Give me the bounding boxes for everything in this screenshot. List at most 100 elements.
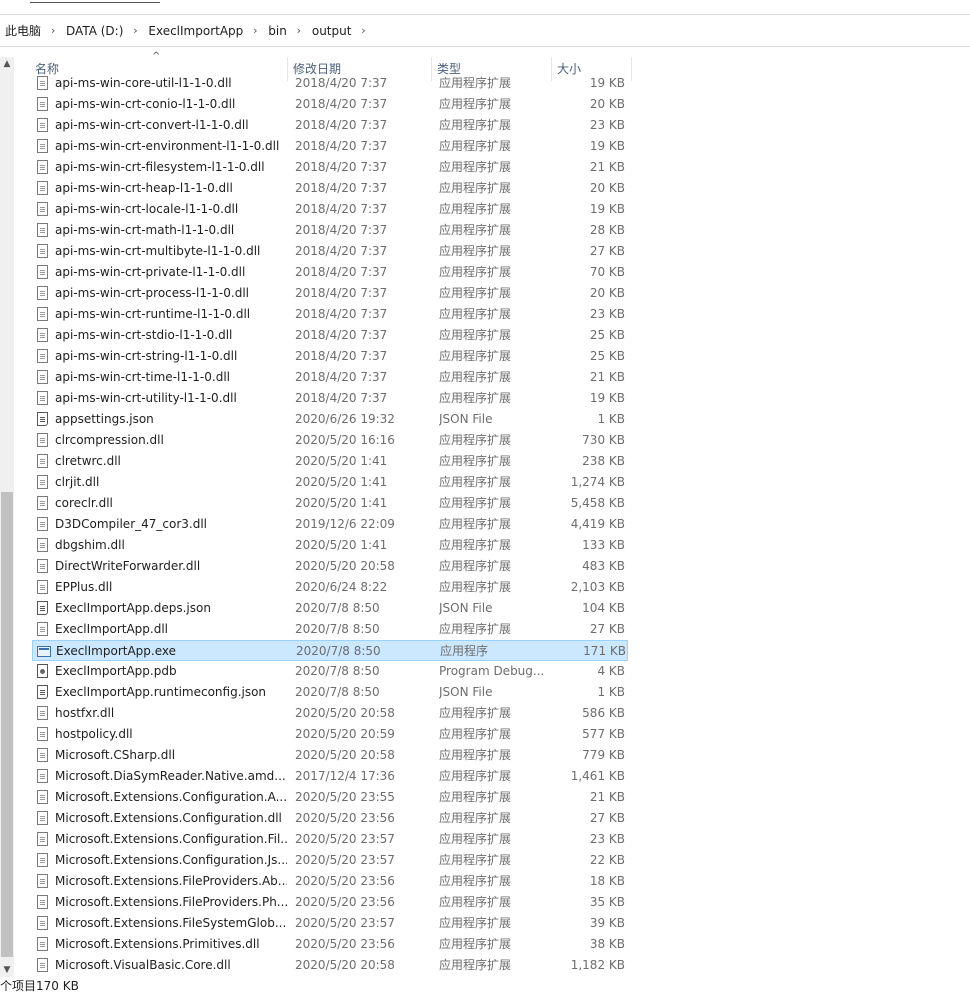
breadcrumb-item[interactable]: DATA (D:) › <box>61 15 143 46</box>
file-size: 483 KB <box>582 559 625 573</box>
file-name: Microsoft.Extensions.Configuration.A... <box>55 790 287 804</box>
scroll-down-icon[interactable]: ▼ <box>0 963 14 977</box>
file-row[interactable]: ExeclImportApp.exe 2020/7/8 8:50 应用程序 171 K… <box>32 640 628 661</box>
file-row[interactable]: Microsoft.DiaSymReader.Native.amd... 2017… <box>32 766 628 787</box>
dll-file-icon <box>37 853 48 867</box>
file-name: api-ms-win-crt-utility-l1-1-0.dll <box>55 391 237 405</box>
file-row[interactable]: api-ms-win-crt-stdio-l1-1-0.dll 2018/4/20… <box>32 325 628 346</box>
file-row[interactable]: api-ms-win-crt-multibyte-l1-1-0.dll 2018/… <box>32 241 628 262</box>
file-row[interactable]: hostfxr.dll 2020/5/20 20:58 应用程序扩展 586 KB <box>32 703 628 724</box>
file-size: 18 KB <box>589 874 625 888</box>
scroll-up-icon[interactable]: ▲ <box>0 57 14 71</box>
file-row[interactable]: clretwrc.dll 2020/5/20 1:41 应用程序扩展 238 KB <box>32 451 628 472</box>
file-row[interactable]: EPPlus.dll 2020/6/24 8:22 应用程序扩展 2,103 KB <box>32 577 628 598</box>
file-row[interactable]: api-ms-win-crt-environment-l1-1-0.dll 201… <box>32 136 628 157</box>
file-size: 19 KB <box>589 139 625 153</box>
dll-file-icon <box>37 265 48 279</box>
breadcrumb-item[interactable]: 此电脑 › <box>0 15 61 46</box>
file-row[interactable]: appsettings.json 2020/6/26 19:32 JSON File… <box>32 409 628 430</box>
dll-file-icon <box>37 160 48 174</box>
file-row[interactable]: ExeclImportApp.deps.json 2020/7/8 8:50 JSO… <box>32 598 628 619</box>
exe-file-icon <box>37 646 51 657</box>
dll-file-icon <box>37 706 48 720</box>
file-size: 35 KB <box>589 895 625 909</box>
file-size: 23 KB <box>589 832 625 846</box>
scrollbar-thumb[interactable] <box>1 492 13 957</box>
file-name: Microsoft.CSharp.dll <box>55 748 176 762</box>
chevron-right-icon[interactable]: › <box>355 24 371 37</box>
file-name: Microsoft.Extensions.Configuration.Fil..… <box>55 832 287 846</box>
file-row[interactable]: Microsoft.Extensions.FileProviders.Ab...… <box>32 871 628 892</box>
file-date: 2020/5/20 20:58 <box>295 559 395 573</box>
dll-file-icon <box>37 349 48 363</box>
file-row[interactable]: api-ms-win-crt-math-l1-1-0.dll 2018/4/20 … <box>32 220 628 241</box>
file-row[interactable]: api-ms-win-crt-runtime-l1-1-0.dll 2018/4/… <box>32 304 628 325</box>
file-name: Microsoft.Extensions.FileSystemGlob... <box>55 916 287 930</box>
breadcrumb-output[interactable]: output <box>307 24 356 38</box>
file-row[interactable]: api-ms-win-crt-string-l1-1-0.dll 2018/4/2… <box>32 346 628 367</box>
file-row[interactable]: Microsoft.Extensions.Configuration.Js...… <box>32 850 628 871</box>
file-date: 2020/5/20 1:41 <box>295 475 388 489</box>
file-row[interactable]: api-ms-win-crt-private-l1-1-0.dll 2018/4/… <box>32 262 628 283</box>
file-row[interactable]: api-ms-win-core-util-l1-1-0.dll 2018/4/20… <box>32 73 628 94</box>
file-row[interactable]: coreclr.dll 2020/5/20 1:41 应用程序扩展 5,458 KB <box>32 493 628 514</box>
file-size: 19 KB <box>589 391 625 405</box>
breadcrumb-this-pc[interactable]: 此电脑 <box>0 22 45 39</box>
file-row[interactable]: ExeclImportApp.pdb 2020/7/8 8:50 Program D… <box>32 661 628 682</box>
file-row[interactable]: api-ms-win-crt-conio-l1-1-0.dll 2018/4/20… <box>32 94 628 115</box>
dll-file-icon <box>37 559 48 573</box>
file-row[interactable]: Microsoft.Extensions.Configuration.A... 2… <box>32 787 628 808</box>
breadcrumb-item[interactable]: ExeclImportApp › <box>143 15 263 46</box>
file-name: ExeclImportApp.deps.json <box>55 601 211 615</box>
file-row[interactable]: Microsoft.Extensions.Configuration.dll 20… <box>32 808 628 829</box>
file-date: 2018/4/20 7:37 <box>295 181 388 195</box>
breadcrumb-drive[interactable]: DATA (D:) <box>61 24 127 38</box>
file-size: 2,103 KB <box>570 580 625 594</box>
file-row[interactable]: Microsoft.Extensions.FileProviders.Ph...… <box>32 892 628 913</box>
file-row[interactable]: ExeclImportApp.runtimeconfig.json 2020/7/… <box>32 682 628 703</box>
dll-file-icon <box>37 769 48 783</box>
file-row[interactable]: api-ms-win-crt-filesystem-l1-1-0.dll 2018… <box>32 157 628 178</box>
dll-file-icon <box>37 937 48 951</box>
file-row[interactable]: hostpolicy.dll 2020/5/20 20:59 应用程序扩展 577 K… <box>32 724 628 745</box>
dll-file-icon <box>37 790 48 804</box>
chevron-right-icon[interactable]: › <box>291 24 307 37</box>
file-row[interactable]: Microsoft.Extensions.FileSystemGlob... 20… <box>32 913 628 934</box>
file-row[interactable]: ExeclImportApp.dll 2020/7/8 8:50 应用程序扩展 27 … <box>32 619 628 640</box>
file-row[interactable]: Microsoft.Extensions.Configuration.Fil..… <box>32 829 628 850</box>
file-name: Microsoft.Extensions.Primitives.dll <box>55 937 260 951</box>
breadcrumb-bin[interactable]: bin <box>263 24 291 38</box>
dll-file-icon <box>37 580 48 594</box>
dll-file-icon <box>37 496 48 510</box>
vertical-scrollbar[interactable]: ▲ ▼ <box>0 57 14 977</box>
chevron-right-icon[interactable]: › <box>127 24 143 37</box>
file-row[interactable]: api-ms-win-crt-time-l1-1-0.dll 2018/4/20 … <box>32 367 628 388</box>
file-row[interactable]: Microsoft.VisualBasic.Core.dll 2020/5/20 … <box>32 955 628 976</box>
file-size: 28 KB <box>589 223 625 237</box>
file-size: 38 KB <box>589 937 625 951</box>
file-row[interactable]: D3DCompiler_47_cor3.dll 2019/12/6 22:09 应用… <box>32 514 628 535</box>
file-row[interactable]: dbgshim.dll 2020/5/20 1:41 应用程序扩展 133 KB <box>32 535 628 556</box>
file-row[interactable]: Microsoft.CSharp.dll 2020/5/20 20:58 应用程序扩… <box>32 745 628 766</box>
dll-file-icon <box>37 454 48 468</box>
file-row[interactable]: DirectWriteForwarder.dll 2020/5/20 20:58 应… <box>32 556 628 577</box>
file-size: 27 KB <box>589 811 625 825</box>
breadcrumb-item[interactable]: output › <box>307 15 372 46</box>
json-file-icon <box>37 412 48 426</box>
file-row[interactable]: api-ms-win-crt-utility-l1-1-0.dll 2018/4/… <box>32 388 628 409</box>
file-row[interactable]: Microsoft.Extensions.Primitives.dll 2020/… <box>32 934 628 955</box>
file-row[interactable]: clrjit.dll 2020/5/20 1:41 应用程序扩展 1,274 KB <box>32 472 628 493</box>
dll-file-icon <box>37 433 48 447</box>
breadcrumb-item[interactable]: bin › <box>263 15 307 46</box>
file-row[interactable]: api-ms-win-crt-locale-l1-1-0.dll 2018/4/2… <box>32 199 628 220</box>
file-row[interactable]: api-ms-win-crt-convert-l1-1-0.dll 2018/4/… <box>32 115 628 136</box>
breadcrumb-app-folder[interactable]: ExeclImportApp <box>143 24 247 38</box>
chevron-right-icon[interactable]: › <box>247 24 263 37</box>
file-row[interactable]: api-ms-win-crt-process-l1-1-0.dll 2018/4/… <box>32 283 628 304</box>
file-row[interactable]: clrcompression.dll 2020/5/20 16:16 应用程序扩展 7… <box>32 430 628 451</box>
file-date: 2017/12/4 17:36 <box>295 769 395 783</box>
address-bar[interactable]: 此电脑 › DATA (D:) › ExeclImportApp › bin › out… <box>0 14 970 47</box>
file-name: api-ms-win-crt-time-l1-1-0.dll <box>55 370 230 384</box>
file-row[interactable]: api-ms-win-crt-heap-l1-1-0.dll 2018/4/20 … <box>32 178 628 199</box>
chevron-right-icon[interactable]: › <box>45 24 61 37</box>
